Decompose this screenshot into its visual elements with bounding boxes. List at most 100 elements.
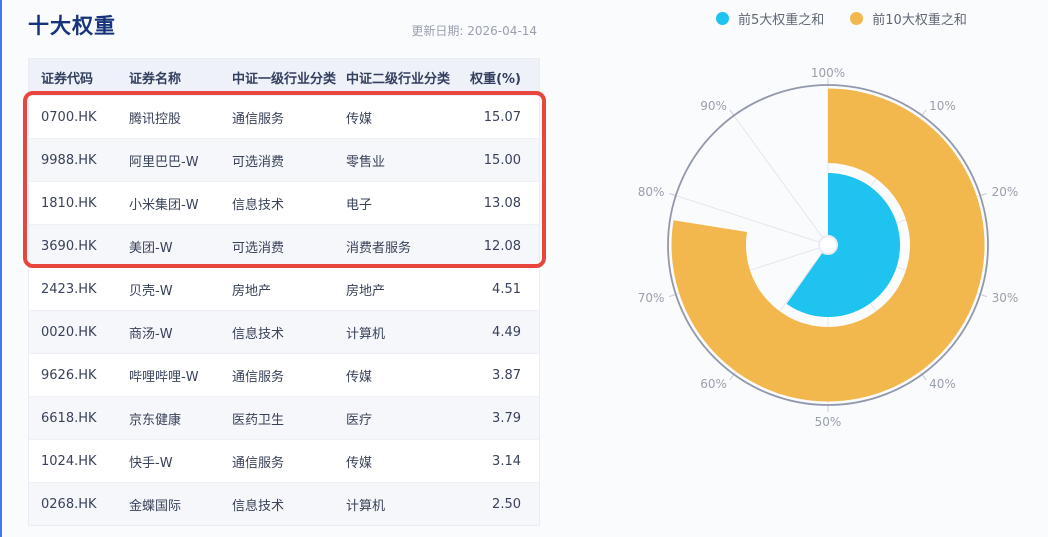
table-cell: 计算机 bbox=[346, 498, 386, 514]
axis-tick bbox=[729, 374, 735, 381]
table-row: 0700.HK 腾讯控股 通信服务 传媒 15.07 bbox=[29, 96, 539, 138]
table-cell: 金蝶国际 bbox=[129, 498, 182, 514]
table-cell: 信息技术 bbox=[232, 498, 285, 514]
legend-item-top10[interactable]: 前10大权重之和 bbox=[850, 9, 967, 28]
table-cell: 4.49 bbox=[492, 324, 521, 340]
legend-dot-top10 bbox=[850, 12, 864, 25]
axis-tick-label: 100% bbox=[811, 66, 845, 80]
weights-table: 证券代码 证券名称 中证一级行业分类 中证二级行业分类 权重(%) 0700.HK 腾讯控… bbox=[28, 58, 540, 526]
axis-tick bbox=[669, 192, 676, 197]
table-cell: 3690.HK bbox=[41, 238, 97, 254]
table-cell: 4.51 bbox=[492, 281, 521, 297]
table-row: 0020.HK 商汤-W 信息技术 计算机 4.49 bbox=[29, 310, 539, 353]
axis-tick-label: 90% bbox=[700, 99, 727, 113]
left-accent-line bbox=[0, 0, 2, 537]
legend-dot-top5 bbox=[716, 12, 729, 25]
polar-chart: 10% 20% 30% 40% 50% 60% 70% 80% 90% 100% bbox=[638, 66, 1019, 429]
series-top5-sector[interactable] bbox=[786, 173, 901, 317]
axis-tick-label: 40% bbox=[929, 377, 956, 391]
table-row: 6618.HK 京东健康 医药卫生 医疗 3.79 bbox=[29, 396, 539, 439]
legend-label-top10: 前10大权重之和 bbox=[872, 13, 967, 28]
table-cell: 3.87 bbox=[492, 367, 521, 383]
top-weights-panel: 十大权重 更新日期: 2026-04-14 证券代码 证券名称 中证一级行业分类 中证… bbox=[0, 0, 1048, 537]
table-cell: 计算机 bbox=[346, 326, 386, 342]
table-cell: 15.07 bbox=[483, 109, 521, 125]
table-cell: 消费者服务 bbox=[346, 240, 412, 256]
update-date: 更新日期: 2026-04-14 bbox=[411, 24, 537, 38]
column-header: 证券名称 bbox=[129, 72, 182, 87]
table-row: 1810.HK 小米集团-W 信息技术 电子 13.08 bbox=[29, 181, 539, 224]
table-row: 3690.HK 美团-W 可选消费 消费者服务 12.08 bbox=[29, 224, 539, 267]
table-cell: 1024.HK bbox=[41, 453, 97, 469]
table-cell: 6618.HK bbox=[41, 410, 97, 426]
table-cell: 9988.HK bbox=[41, 152, 97, 168]
table-cell: 医疗 bbox=[346, 412, 373, 428]
table-cell: 阿里巴巴-W bbox=[129, 154, 199, 170]
table-row: 9988.HK 阿里巴巴-W 可选消费 零售业 15.00 bbox=[29, 138, 539, 181]
chart-center-hub bbox=[818, 235, 838, 255]
table-cell: 13.08 bbox=[483, 195, 521, 211]
table-row: 0268.HK 金蝶国际 信息技术 计算机 2.50 bbox=[29, 482, 539, 525]
chart-legend: 前5大权重之和 前10大权重之和 bbox=[716, 9, 967, 28]
column-header: 中证二级行业分类 bbox=[346, 72, 451, 87]
table-cell: 商汤-W bbox=[129, 326, 173, 342]
axis-tick bbox=[921, 109, 927, 116]
table-cell: 15.00 bbox=[483, 152, 521, 168]
page-title: 十大权重 bbox=[28, 14, 116, 38]
table-cell: 3.14 bbox=[492, 453, 521, 469]
axis-tick-label: 30% bbox=[992, 291, 1019, 305]
table-cell: 可选消费 bbox=[232, 154, 285, 170]
table-header: 证券代码 证券名称 中证一级行业分类 中证二级行业分类 权重(%) bbox=[29, 59, 539, 96]
table-cell: 贝壳-W bbox=[129, 283, 173, 299]
table-body: 0700.HK 腾讯控股 通信服务 传媒 15.07 9988.HK 阿里巴巴-W 可选消费零… bbox=[29, 96, 539, 525]
table-cell: 传媒 bbox=[346, 111, 373, 127]
table-cell: 3.79 bbox=[492, 410, 521, 426]
table-cell: 传媒 bbox=[346, 455, 373, 471]
axis-tick-label: 80% bbox=[638, 185, 665, 199]
table-cell: 小米集团-W bbox=[129, 197, 199, 213]
table-cell: 1810.HK bbox=[41, 195, 97, 211]
table-cell: 信息技术 bbox=[232, 326, 285, 342]
table-cell: 0700.HK bbox=[41, 109, 97, 125]
table-cell: 房地产 bbox=[346, 283, 386, 299]
table-cell: 快手-W bbox=[129, 455, 173, 471]
table-cell: 医药卫生 bbox=[232, 412, 285, 428]
axis-tick bbox=[729, 109, 735, 116]
axis-tick-label: 10% bbox=[929, 99, 956, 113]
legend-label-top5: 前5大权重之和 bbox=[738, 13, 825, 28]
table-cell: 通信服务 bbox=[232, 455, 285, 471]
axis-tick bbox=[921, 374, 927, 381]
table-cell: 通信服务 bbox=[232, 111, 285, 127]
table-cell: 信息技术 bbox=[232, 197, 285, 213]
column-header: 中证一级行业分类 bbox=[232, 72, 337, 87]
table-cell: 2423.HK bbox=[41, 281, 97, 297]
table-cell: 可选消费 bbox=[232, 240, 285, 256]
column-header: 权重(%) bbox=[470, 72, 521, 87]
table-cell: 0268.HK bbox=[41, 496, 97, 512]
axis-tick bbox=[980, 192, 987, 197]
table-cell: 腾讯控股 bbox=[129, 111, 182, 127]
column-header: 证券代码 bbox=[41, 72, 94, 87]
table-cell: 房地产 bbox=[232, 283, 272, 299]
table-cell: 0020.HK bbox=[41, 324, 97, 340]
table-row: 9626.HK 哔哩哔哩-W 通信服务 传媒 3.87 bbox=[29, 353, 539, 396]
table-cell: 京东健康 bbox=[129, 412, 182, 428]
axis-tick bbox=[669, 293, 676, 298]
table-cell: 零售业 bbox=[346, 154, 386, 170]
table-cell: 9626.HK bbox=[41, 367, 97, 383]
table-cell: 12.08 bbox=[483, 238, 521, 254]
table-row: 2423.HK 贝壳-W 房地产 房地产 4.51 bbox=[29, 267, 539, 310]
table-row: 1024.HK 快手-W 通信服务 传媒 3.14 bbox=[29, 439, 539, 482]
table-cell: 通信服务 bbox=[232, 369, 285, 385]
axis-tick-label: 60% bbox=[700, 377, 727, 391]
axis-tick-label: 70% bbox=[638, 291, 665, 305]
table-header-row: 证券代码 证券名称 中证一级行业分类 中证二级行业分类 权重(%) bbox=[29, 59, 539, 96]
axis-tick-label: 50% bbox=[815, 415, 842, 429]
table-cell: 美团-W bbox=[129, 240, 173, 256]
legend-item-top5[interactable]: 前5大权重之和 bbox=[716, 9, 824, 28]
table-cell: 2.50 bbox=[492, 496, 521, 512]
axis-tick bbox=[980, 293, 987, 298]
axis-tick-label: 20% bbox=[992, 185, 1019, 199]
table-cell: 哔哩哔哩-W bbox=[129, 369, 199, 385]
table-cell: 传媒 bbox=[346, 369, 373, 385]
